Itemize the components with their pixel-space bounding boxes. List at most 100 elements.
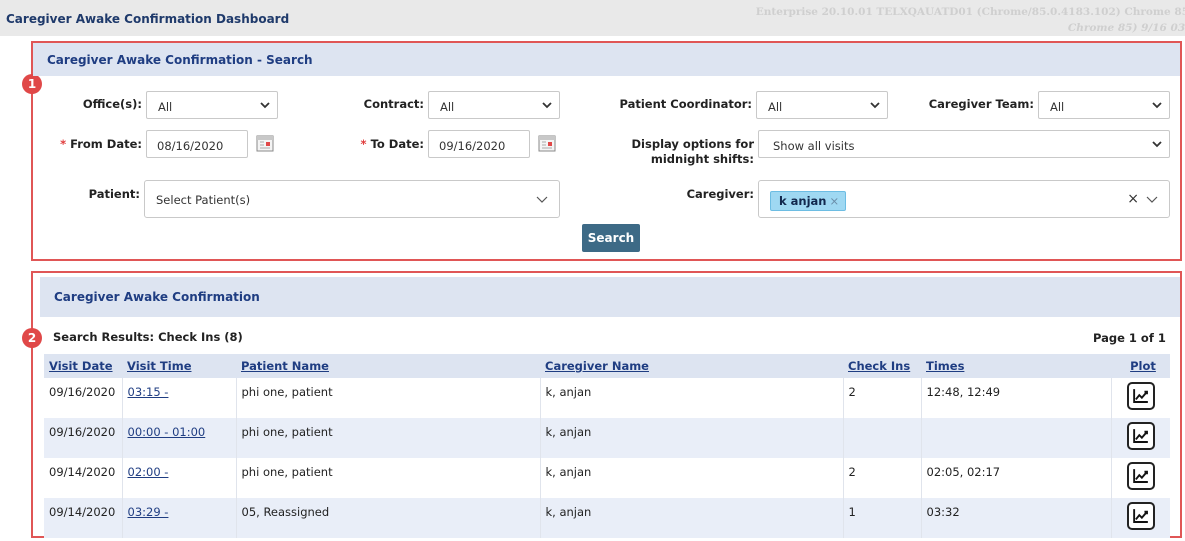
required-marker: * [60,137,67,151]
patient-name-cell: 05, Reassigned [236,498,541,538]
plot-cell [1111,378,1170,418]
contract-value: All [440,100,455,114]
caregiver-multiselect[interactable]: k anjan × × [758,180,1170,218]
display-options-value: Show all visits [773,139,855,153]
chart-line-icon[interactable] [1126,422,1155,450]
column-header-times[interactable]: Times [921,354,1111,378]
check-ins-cell: 1 [843,498,922,538]
results-summary: Search Results: Check Ins (8) [53,330,243,344]
caregiver-chip: k anjan × [770,191,847,211]
patient-multiselect[interactable]: Select Patient(s) [144,180,560,218]
column-header-plot[interactable]: Plot [1111,354,1170,378]
check-ins-cell: 2 [843,458,922,498]
display-options-label: Display options for midnight shifts: [600,137,755,167]
check-ins-cell: 2 [843,378,922,418]
caregiver-name-cell: k, anjan [540,458,844,498]
required-marker: * [360,137,367,151]
from-date-input[interactable]: 08/16/2020 [146,130,248,158]
patient-name-cell: phi one, patient [236,378,541,418]
visit-time-cell: 02:00 - [122,458,237,498]
table-row: 09/16/2020 03:15 - phi one, patient k, a… [44,378,1170,418]
app-title: Caregiver Awake Confirmation Dashboard [6,12,290,26]
column-header-caregiver-name[interactable]: Caregiver Name [540,354,843,378]
results-table: Visit Date Visit Time Patient Name Careg… [44,354,1170,538]
annotation-badge-2: 2 [22,328,42,348]
top-bar: Caregiver Awake Confirmation Dashboard E… [0,0,1185,36]
display-options-label-line-1: Display options for [631,137,755,151]
environment-line-2: Chrome 85) 9/16 03: [1067,22,1185,34]
annotation-badge-1: 1 [22,74,42,94]
team-label: Caregiver Team: [928,97,1034,111]
chevron-down-icon [542,102,552,109]
table-header-row: Visit Date Visit Time Patient Name Careg… [44,354,1170,378]
clear-all-icon[interactable]: × [1127,191,1139,207]
patient-name-cell: phi one, patient [236,458,541,498]
chip-remove-icon[interactable]: × [830,194,840,208]
caregiver-label: Caregiver: [686,187,754,201]
chevron-down-icon [536,196,548,203]
environment-info: Enterprise 20.10.01 TELXQAUATD01 (Chrome… [756,4,1185,36]
chevron-down-icon [1152,102,1162,109]
times-cell: 03:32 [921,498,1112,538]
from-date-label: * From Date: [44,137,142,152]
coordinator-label: Patient Coordinator: [619,97,752,111]
visit-date-cell: 09/16/2020 [44,418,123,458]
coordinator-select[interactable]: All [756,91,888,119]
column-header-check-ins[interactable]: Check Ins [843,354,921,378]
caregiver-chip-label: k anjan [779,194,827,208]
visit-date-cell: 09/14/2020 [44,458,123,498]
patient-placeholder: Select Patient(s) [156,193,251,207]
to-date-label: * To Date: [340,137,424,152]
coordinator-value: All [768,100,783,114]
to-date-label-text: To Date: [370,137,424,151]
table-row: 09/14/2020 02:00 - phi one, patient k, a… [44,458,1170,498]
visit-time-cell: 03:29 - [122,498,237,538]
table-row: 09/14/2020 03:29 - 05, Reassigned k, anj… [44,498,1170,538]
visit-time-cell: 00:00 - 01:00 [122,418,237,458]
to-date-input[interactable]: 09/16/2020 [428,130,530,158]
visit-time-cell: 03:15 - [122,378,237,418]
column-header-patient-name[interactable]: Patient Name [236,354,540,378]
table-row: 09/16/2020 00:00 - 01:00 phi one, patien… [44,418,1170,458]
display-options-label-line-2: midnight shifts: [650,152,754,166]
visit-time-link[interactable]: 00:00 - 01:00 [128,425,206,439]
visit-time-link[interactable]: 03:29 - [128,505,169,519]
visit-time-link[interactable]: 03:15 - [128,385,169,399]
patient-label: Patient: [88,187,140,201]
display-options-select[interactable]: Show all visits [758,130,1170,158]
times-cell: 12:48, 12:49 [921,378,1112,418]
from-date-value: 08/16/2020 [157,139,224,153]
offices-value: All [158,100,173,114]
results-panel-title: Caregiver Awake Confirmation [54,290,260,304]
results-panel-header: Caregiver Awake Confirmation [40,277,1180,317]
visit-date-cell: 09/14/2020 [44,498,123,538]
visit-date-cell: 09/16/2020 [44,378,123,418]
check-ins-cell [843,418,922,458]
team-select[interactable]: All [1038,91,1170,119]
plot-cell [1111,458,1170,498]
chevron-down-icon[interactable] [1145,194,1159,206]
search-button[interactable]: Search [582,224,640,252]
from-date-label-text: From Date: [70,137,142,151]
caregiver-name-cell: k, anjan [540,418,844,458]
search-panel-title: Caregiver Awake Confirmation - Search [47,53,313,67]
times-cell [921,418,1112,458]
caregiver-name-cell: k, anjan [540,498,844,538]
contract-select[interactable]: All [428,91,560,119]
patient-name-cell: phi one, patient [236,418,541,458]
offices-label: Office(s): [82,97,142,111]
to-date-value: 09/16/2020 [439,139,506,153]
column-header-visit-date[interactable]: Visit Date [44,354,122,378]
column-header-visit-time[interactable]: Visit Time [122,354,236,378]
calendar-icon[interactable] [538,134,556,152]
offices-select[interactable]: All [146,91,278,119]
calendar-icon[interactable] [256,134,274,152]
visit-time-link[interactable]: 02:00 - [128,465,169,479]
team-value: All [1050,100,1065,114]
search-panel-header: Caregiver Awake Confirmation - Search [33,43,1180,76]
chart-line-icon[interactable] [1126,462,1155,490]
chart-line-icon[interactable] [1126,502,1155,530]
chevron-down-icon [870,102,880,109]
contract-label: Contract: [363,97,424,111]
chart-line-icon[interactable] [1126,382,1155,410]
